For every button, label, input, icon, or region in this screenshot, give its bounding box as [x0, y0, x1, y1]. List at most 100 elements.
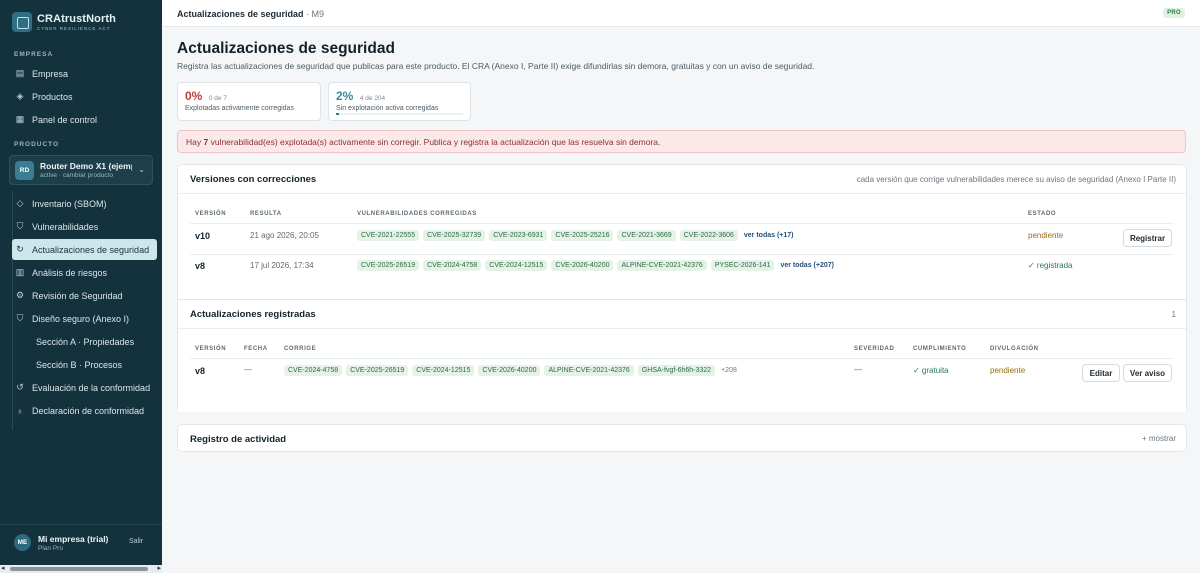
sidebar-item-inventory[interactable]: ◇ Inventario (SBOM) — [12, 193, 157, 214]
sidebar-item-label: Actualizaciones de seguridad — [32, 244, 150, 255]
alert-suffix: vulnerabilidad(es) explotada(s) activame… — [208, 137, 661, 147]
version-label: v10 — [195, 231, 211, 241]
topbar: Actualizaciones de seguridad · M9 PRO — [162, 0, 1200, 27]
activity-title: Registro de actividad — [190, 434, 287, 445]
stat-value: 2% — [336, 89, 354, 103]
vuln-chip[interactable]: CVE-2025-25216 — [551, 230, 614, 241]
col-header-version: VERSIÓN — [195, 346, 227, 352]
breadcrumb-module: · M9 — [306, 9, 325, 19]
version-date: 17 jul 2026, 17:34 — [250, 261, 314, 270]
show-all-link[interactable]: ver todas (+17) — [744, 232, 794, 239]
sidebar-item-declaration[interactable]: ♁ Declaración de conformidad — [12, 400, 157, 421]
vuln-chip[interactable]: CVE-2025-26519 — [357, 260, 420, 271]
col-header-compliance: CUMPLIMIENTO — [913, 346, 967, 352]
product-switcher[interactable]: RD Router Demo X1 (ejemplo) active · cam… — [9, 155, 153, 185]
vuln-chip[interactable]: ALPINE-CVE-2021-42376 — [544, 365, 634, 376]
sidebar-item-label: Vulnerabilidades — [32, 221, 99, 232]
version-label: v8 — [195, 261, 206, 271]
award-icon: ♁ — [16, 405, 24, 416]
activity-toggle[interactable]: + mostrar — [1142, 434, 1176, 443]
col-header-vulns: VULNERABILIDADES CORREGIDAS — [357, 211, 477, 217]
user-avatar: ME — [14, 534, 31, 551]
disclosure-value: pendiente — [990, 366, 1026, 375]
stat-caption: Explotadas activamente corregidas — [185, 105, 294, 112]
view-advisory-button[interactable]: Ver aviso — [1123, 364, 1172, 382]
brand[interactable]: CRAtrustNorth CYBER RESILIENCE ACT — [12, 12, 116, 32]
vuln-chip[interactable]: CVE-2021-3669 — [617, 230, 676, 241]
col-header-severity: SEVERIDAD — [854, 346, 895, 352]
register-button[interactable]: Registrar — [1123, 229, 1172, 247]
status-badge: pendiente — [1028, 231, 1064, 240]
col-header-fixes: CORRIGE — [284, 346, 317, 352]
vuln-chip[interactable]: ALPINE-CVE-2021-42376 — [617, 260, 707, 271]
product-subtitle: active · cambiar producto — [40, 172, 113, 179]
col-header-disclosure: DIVULGACIÓN — [990, 346, 1039, 352]
vuln-chip[interactable]: CVE-2025-26519 — [346, 365, 409, 376]
versions-card: Versiones con correcciones cada versión … — [177, 164, 1187, 412]
sidebar-item-label: Declaración de conformidad — [32, 405, 145, 416]
sidebar-item-security-updates[interactable]: ↻ Actualizaciones de seguridad — [12, 239, 157, 260]
clipboard-icon: ↺ — [16, 382, 24, 392]
section-label-product: PRODUCTO — [14, 141, 60, 148]
edit-button[interactable]: Editar — [1082, 364, 1120, 382]
sidebar-item-company[interactable]: ▤ Empresa — [12, 63, 157, 84]
vuln-chip[interactable]: GHSA-fvgf-6h6h-3322 — [637, 365, 716, 376]
sidebar-item-label: Revisión de Seguridad — [32, 290, 123, 301]
vuln-chip[interactable]: CVE-2024-4758 — [284, 365, 343, 376]
sidebar-item-label: Análisis de riesgos — [32, 267, 108, 278]
product-name: Router Demo X1 (ejemplo) — [40, 161, 132, 171]
registered-card: Actualizaciones registradas 1 VERSIÓN FE… — [178, 299, 1186, 412]
user-plan: Plan Pro — [38, 544, 63, 552]
page-description: Registra las actualizaciones de segurida… — [177, 61, 815, 71]
scroll-right-icon[interactable]: ▸ — [157, 564, 161, 572]
col-header-version: VERSIÓN — [195, 211, 227, 217]
vuln-chip[interactable]: PYSEC-2026-141 — [710, 260, 775, 271]
vuln-chip[interactable]: CVE-2023-6931 — [489, 230, 548, 241]
scrollbar-thumb[interactable] — [10, 567, 148, 571]
sidebar-item-secure-design[interactable]: ⛉ Diseño seguro (Anexo I) — [12, 308, 157, 329]
stat-caption: Sin explotación activa corregidas — [336, 105, 439, 112]
layers-icon: ◇ — [16, 198, 24, 208]
vuln-chip[interactable]: CVE-2026-40200 — [551, 260, 614, 271]
logout-button[interactable]: Salir — [129, 538, 143, 545]
sidebar-item-label: Diseño seguro (Anexo I) — [32, 313, 130, 324]
version-date: 21 ago 2026, 20:05 — [250, 231, 319, 240]
sidebar-item-dashboard[interactable]: ▦ Panel de control — [12, 109, 157, 130]
vuln-chip-list: CVE-2021-22555 CVE-2025-32739 CVE-2023-6… — [357, 230, 794, 241]
stat-card-exploited: 0% 0 de 7 Explotadas activamente corregi… — [177, 82, 321, 121]
brand-name: CRAtrustNorth — [37, 13, 116, 25]
show-all-link[interactable]: ver todas (+207) — [780, 262, 834, 269]
fix-chip-list: CVE-2024-4758 CVE-2025-26519 CVE-2024-12… — [284, 365, 737, 376]
sidebar-item-label: Sección B · Procesos — [36, 359, 123, 370]
more-count: +208 — [721, 367, 737, 374]
vuln-chip[interactable]: CVE-2021-22555 — [357, 230, 420, 241]
divider — [178, 193, 1186, 194]
sidebar-item-vulnerabilities[interactable]: ⛉ Vulnerabilidades — [12, 216, 157, 237]
vuln-chip[interactable]: CVE-2026-40200 — [478, 365, 541, 376]
vuln-chip[interactable]: CVE-2024-12515 — [485, 260, 548, 271]
versions-note: cada versión que corrige vulnerabilidade… — [856, 175, 1176, 184]
stat-detail: 4 de 204 — [359, 95, 386, 102]
vuln-chip[interactable]: CVE-2022-3606 — [679, 230, 738, 241]
sidebar-item-label: Evaluación de la conformidad — [32, 382, 151, 393]
vuln-chip[interactable]: CVE-2025-32739 — [423, 230, 486, 241]
col-header-date: FECHA — [244, 346, 268, 352]
divider — [190, 223, 1174, 224]
sidebar-item-risk-analysis[interactable]: ▥ Análisis de riesgos — [12, 262, 157, 283]
sidebar-item-products[interactable]: ◈ Productos — [12, 86, 157, 107]
vuln-chip[interactable]: CVE-2024-4758 — [423, 260, 482, 271]
vuln-chip-list: CVE-2025-26519 CVE-2024-4758 CVE-2024-12… — [357, 260, 834, 271]
divider — [190, 358, 1174, 359]
col-header-status: ESTADO — [1028, 211, 1057, 217]
sidebar-item-section-a[interactable]: Sección A · Propiedades — [12, 331, 157, 352]
severity-value: — — [854, 365, 862, 374]
sidebar-item-conformity-assessment[interactable]: ↺ Evaluación de la conformidad — [12, 377, 157, 398]
stat-detail: 0 de 7 — [208, 95, 227, 102]
sidebar-item-security-review[interactable]: ⚙ Revisión de Seguridad — [12, 285, 157, 306]
col-header-found: RESULTA — [250, 211, 282, 217]
breadcrumb: Actualizaciones de seguridad · M9 — [177, 9, 324, 19]
scroll-left-icon[interactable]: ◂ — [1, 564, 5, 572]
horizontal-scrollbar[interactable]: ◂ ▸ — [0, 565, 162, 573]
sidebar-item-section-b[interactable]: Sección B · Procesos — [12, 354, 157, 375]
vuln-chip[interactable]: CVE-2024-12515 — [412, 365, 475, 376]
